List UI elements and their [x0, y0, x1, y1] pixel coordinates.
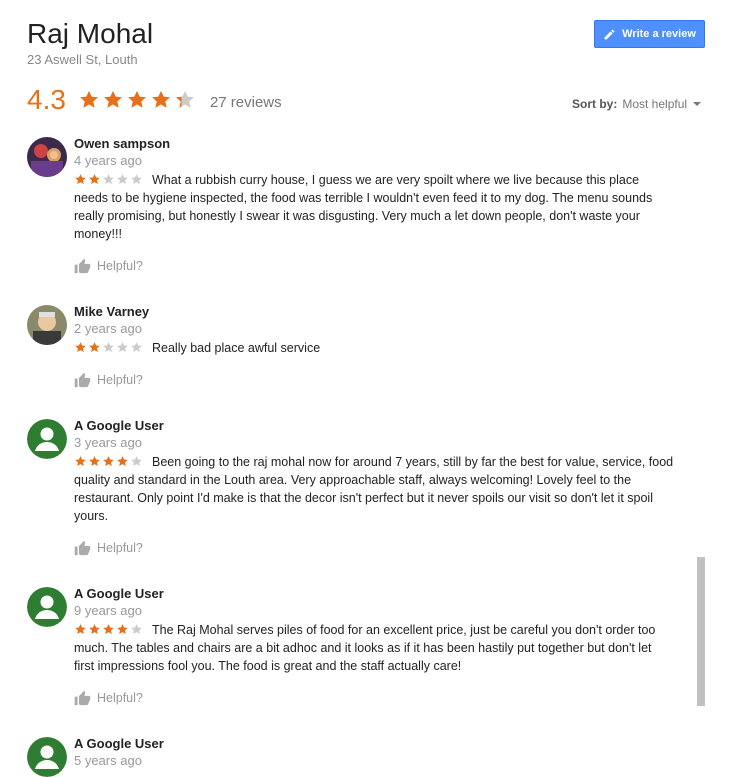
star-icon [89, 342, 100, 353]
star-icon [117, 342, 128, 353]
review-text-block: Really bad place awful service [74, 339, 674, 357]
helpful-button[interactable]: Helpful? [74, 540, 143, 556]
star-icon [103, 624, 114, 635]
review-date: 3 years ago [74, 435, 142, 450]
star-icon [75, 174, 86, 185]
thumbs-up-icon [74, 690, 91, 706]
rating-stars [78, 89, 198, 111]
star-icon [117, 174, 128, 185]
thumbs-up-icon [74, 372, 91, 388]
review-stars [74, 455, 144, 468]
scrollbar[interactable] [697, 557, 705, 706]
review-text: Been going to the raj mohal now for arou… [74, 455, 674, 523]
write-review-button[interactable]: Write a review [594, 20, 705, 48]
pencil-icon [604, 29, 615, 39]
star-icon [117, 624, 128, 635]
star-icon [103, 90, 122, 108]
helpful-button[interactable]: Helpful? [74, 258, 143, 274]
default-user-avatar[interactable] [27, 587, 67, 627]
star-icon [131, 342, 142, 353]
star-icon [75, 624, 86, 635]
reviewer-name[interactable]: A Google User [74, 418, 164, 433]
star-icon [103, 174, 114, 185]
star-icon [75, 456, 86, 467]
review-date: 5 years ago [74, 753, 142, 768]
review-date: 2 years ago [74, 321, 142, 336]
star-icon [151, 90, 170, 108]
review-text: The Raj Mohal serves piles of food for a… [74, 623, 656, 673]
star-icon [131, 456, 142, 467]
thumbs-up-icon [74, 258, 91, 274]
review-text: Really bad place awful service [152, 341, 321, 355]
chevron-down-icon [693, 102, 702, 106]
reviewer-name[interactable]: A Google User [74, 586, 164, 601]
avatar[interactable] [27, 305, 67, 345]
star-icon [89, 456, 100, 467]
review-stars [74, 341, 144, 354]
write-review-label: Write a review [622, 28, 696, 40]
helpful-label: Helpful? [97, 541, 143, 555]
review-count[interactable]: 27 reviews [210, 94, 282, 111]
place-title: Raj Mohal [27, 18, 154, 49]
reviewer-name[interactable]: Owen sampson [74, 136, 170, 151]
helpful-button[interactable]: Helpful? [74, 690, 143, 706]
star-icon [127, 90, 146, 108]
star-icon [89, 174, 100, 185]
review-stars [74, 623, 144, 636]
star-icon [79, 90, 98, 108]
star-icon [131, 624, 142, 635]
star-icon [89, 624, 100, 635]
helpful-label: Helpful? [97, 691, 143, 705]
reviewer-name[interactable]: A Google User [74, 736, 164, 751]
review-text: What a rubbish curry house, I guess we a… [74, 173, 653, 241]
review-text-block: The Raj Mohal serves piles of food for a… [74, 621, 674, 675]
review-text-block: What a rubbish curry house, I guess we a… [74, 171, 674, 243]
helpful-button[interactable]: Helpful? [74, 372, 143, 388]
rating-summary: 4.3 27 reviews [27, 84, 282, 116]
review-stars [74, 173, 144, 186]
review-date: 9 years ago [74, 603, 142, 618]
star-icon [103, 342, 114, 353]
avatar[interactable] [27, 137, 67, 177]
sort-dropdown[interactable]: Sort by: Most helpful [572, 97, 702, 111]
default-user-avatar[interactable] [27, 419, 67, 459]
place-address: 23 Aswell St, Louth [27, 52, 138, 67]
helpful-label: Helpful? [97, 259, 143, 273]
helpful-label: Helpful? [97, 373, 143, 387]
star-icon [103, 456, 114, 467]
review-text-block: Been going to the raj mohal now for arou… [74, 453, 674, 525]
sort-value: Most helpful [622, 97, 688, 111]
reviewer-name[interactable]: Mike Varney [74, 304, 149, 319]
star-icon [117, 456, 128, 467]
star-icon [75, 342, 86, 353]
rating-value: 4.3 [27, 84, 66, 115]
star-icon [131, 174, 142, 185]
thumbs-up-icon [74, 540, 91, 556]
review-date: 4 years ago [74, 153, 142, 168]
sort-label: Sort by: [572, 97, 618, 111]
default-user-avatar[interactable] [27, 737, 67, 777]
star-icon [175, 90, 194, 108]
